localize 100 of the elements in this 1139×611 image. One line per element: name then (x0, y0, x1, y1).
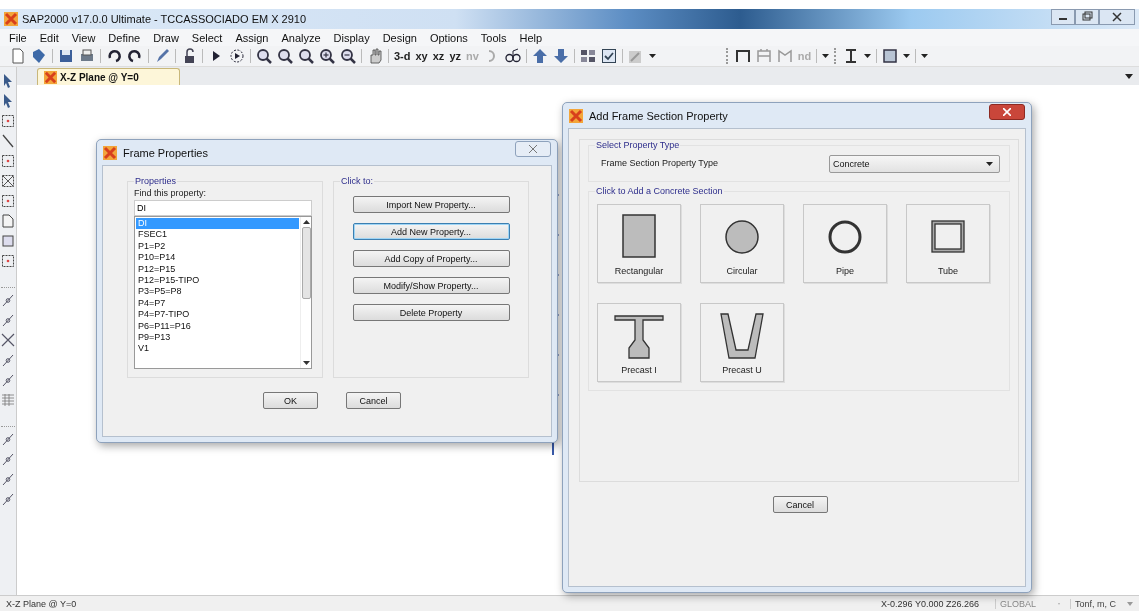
toolbar-floppy-icon[interactable] (58, 48, 74, 64)
scrollbar[interactable] (300, 217, 311, 368)
menu-item[interactable]: Options (429, 31, 468, 44)
menu-item[interactable]: Help (519, 31, 543, 44)
property-item[interactable]: P9=P13 (136, 332, 299, 344)
snap-point-icon[interactable] (1, 451, 15, 467)
property-item[interactable]: P6=P11=P16 (136, 320, 299, 333)
dropdown-caret-icon[interactable] (1125, 73, 1133, 79)
view-button[interactable]: yz (449, 50, 461, 62)
dashed-box-icon[interactable] (1, 113, 15, 129)
property-item[interactable]: V1 (136, 343, 299, 355)
pointer-icon[interactable] (1, 93, 15, 109)
toolbar-magnifier-icon[interactable] (277, 48, 293, 64)
property-item[interactable]: P12=P15 (136, 263, 299, 276)
menu-item[interactable]: Analyze (281, 31, 321, 44)
close-icon[interactable] (1099, 9, 1135, 25)
toolbar-printer-icon[interactable] (79, 48, 95, 64)
page-icon[interactable] (1, 213, 15, 229)
toolbar-magnifier-icon[interactable] (298, 48, 314, 64)
action-button[interactable]: Delete Property (352, 304, 510, 321)
toolbar-page-icon[interactable] (10, 48, 26, 64)
property-item[interactable]: P3=P5=P8 (136, 286, 299, 298)
dashed-box-icon[interactable] (1, 153, 15, 169)
toolbar-zoom-in-icon[interactable] (319, 48, 335, 64)
menu-item[interactable]: File (9, 31, 27, 44)
crossed-box-icon[interactable] (1, 173, 15, 189)
toolbar-redo-icon[interactable] (127, 48, 143, 64)
scroll-up-icon[interactable] (302, 220, 310, 224)
action-button[interactable]: Import New Property... (352, 196, 510, 213)
menu-item[interactable]: Edit (39, 31, 59, 44)
ok-button[interactable]: OK (263, 392, 318, 409)
toolbar-hand-icon[interactable] (367, 48, 383, 64)
dropdown-caret-icon[interactable] (921, 54, 929, 58)
action-button[interactable]: Modify/Show Property... (352, 277, 510, 294)
toolbar-square-icon[interactable] (882, 48, 899, 64)
action-button[interactable]: Add New Property... (352, 223, 510, 240)
minimize-icon[interactable] (1051, 9, 1075, 25)
dropdown-caret-icon[interactable] (822, 54, 830, 58)
toolbar-undo-icon[interactable] (106, 48, 122, 64)
view-tab[interactable]: X-Z Plane @ Y=0 (37, 68, 180, 85)
toolbar-run-icon[interactable] (229, 48, 245, 64)
app-logo-icon (44, 70, 57, 84)
find-field[interactable]: DI (134, 200, 312, 216)
menu-item[interactable]: Display (333, 31, 370, 44)
toolbar-glasses-icon[interactable] (504, 48, 521, 64)
toolbar-down-arrow-icon[interactable] (552, 48, 569, 64)
dropdown-caret-icon[interactable] (648, 54, 656, 58)
cross-lines-icon[interactable] (1, 332, 15, 348)
property-item[interactable]: P10=P14 (136, 252, 299, 264)
menu-item[interactable]: Tools (480, 31, 507, 44)
toolbar-magnifier-icon[interactable] (256, 48, 272, 64)
cancel-button[interactable]: Cancel (772, 496, 828, 513)
close-button[interactable] (989, 104, 1025, 120)
property-item[interactable]: P4=P7 (136, 297, 299, 310)
diagonal-line-icon[interactable] (1, 133, 15, 149)
dashed-box-icon[interactable] (1, 253, 15, 269)
snap-point-icon[interactable] (1, 491, 15, 507)
close-button[interactable] (515, 141, 551, 157)
section-type-button[interactable]: Circular (700, 204, 784, 283)
toolbar-up-arrow-icon[interactable] (531, 48, 548, 64)
section-type-button[interactable]: Precast I (597, 303, 681, 382)
restore-icon[interactable] (1075, 9, 1099, 25)
toolbar-zoom-out-icon[interactable] (340, 48, 356, 64)
menu-item[interactable]: Select (191, 31, 223, 44)
section-type-button[interactable]: Tube (906, 204, 990, 283)
snap-point-icon[interactable] (1, 352, 15, 368)
section-type-button[interactable]: Precast U (700, 303, 784, 382)
view-button[interactable]: xy (415, 50, 428, 62)
view-button[interactable]: xz (432, 50, 445, 62)
menu-item[interactable]: View (71, 31, 96, 44)
toolbar-frame-icon[interactable] (734, 48, 751, 64)
type-dropdown[interactable]: Concrete (829, 155, 1000, 173)
toolbar-pencil-icon[interactable] (154, 48, 170, 64)
menu-item[interactable]: Assign (235, 31, 269, 44)
snap-point-icon[interactable] (1, 471, 15, 487)
snap-point-icon[interactable] (1, 292, 15, 308)
snap-point-icon[interactable] (1, 372, 15, 388)
dashed-box-icon[interactable] (1, 193, 15, 209)
group-label: Click to: (340, 176, 374, 186)
scroll-down-icon[interactable] (302, 361, 310, 365)
snap-point-icon[interactable] (1, 312, 15, 328)
view-button[interactable]: 3-d (394, 50, 411, 62)
menu-item[interactable]: Draw (153, 31, 179, 44)
menu-item[interactable]: Design (382, 31, 417, 44)
menu-item[interactable]: Define (108, 31, 141, 44)
snap-point-icon[interactable] (1, 431, 15, 447)
property-item[interactable]: P12=P15-TIPO (136, 275, 299, 287)
units-dropdown[interactable]: Tonf, m, C (1070, 598, 1133, 609)
property-item[interactable]: FSEC1 (136, 229, 299, 241)
action-button[interactable]: Add Copy of Property... (352, 250, 510, 267)
pointer-icon[interactable] (1, 73, 15, 89)
cancel-button[interactable]: Cancel (346, 392, 401, 409)
property-item[interactable]: P4=P7-TIPO (136, 309, 299, 321)
section-type-button[interactable]: Pipe (803, 204, 887, 283)
section-type-button[interactable]: Rectangular (597, 204, 681, 283)
toolbar-grid-icon[interactable] (579, 48, 596, 64)
toolbar-checkbox-icon[interactable] (600, 48, 617, 64)
dropdown-caret-icon[interactable] (864, 54, 872, 58)
property-item[interactable]: P1=P2 (136, 240, 299, 253)
dropdown-caret-icon[interactable] (903, 54, 911, 58)
